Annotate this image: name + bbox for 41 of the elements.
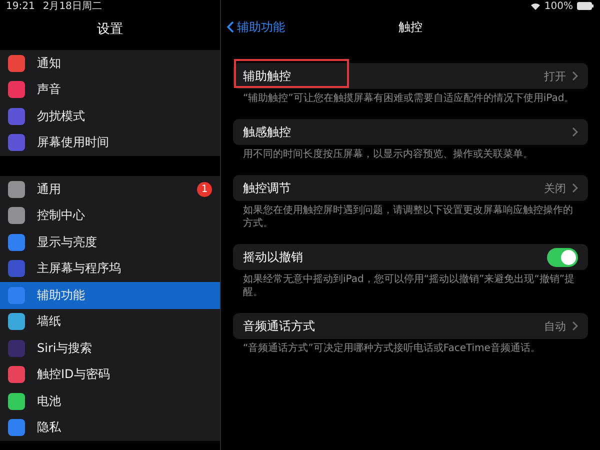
chevron-icon <box>572 71 578 81</box>
chevron-icon <box>572 321 578 331</box>
toggle-switch[interactable] <box>547 248 578 266</box>
notification-badge: 1 <box>197 182 212 197</box>
chevron-icon <box>572 183 578 193</box>
sidebar-item[interactable]: 隐私 <box>0 414 220 441</box>
row-value: 打开 <box>544 68 566 84</box>
status-date: 2月18日周二 <box>42 0 102 13</box>
sidebar-item[interactable]: 通知 <box>0 50 220 76</box>
sidebar-item[interactable]: 勿扰模式 <box>0 103 220 130</box>
sidebar-item[interactable]: 显示与亮度 <box>0 229 220 256</box>
settings-row[interactable]: 触感触控 <box>233 119 588 145</box>
sidebar-item[interactable]: 声音 <box>0 76 220 103</box>
row-value: 自动 <box>544 318 566 334</box>
chevron-icon <box>572 127 578 137</box>
footer-note: “辅助触控”可让您在触摸屏幕有困难或需要自适应配件的情况下使用iPad。 <box>242 92 576 106</box>
sidebar-item[interactable]: 辅助功能 <box>0 282 220 308</box>
sidebar-item[interactable]: Siri与搜索 <box>0 335 220 362</box>
status-time: 19:21 <box>6 0 35 12</box>
sidebar-item[interactable]: 控制中心 <box>0 202 220 229</box>
row-value: 关闭 <box>544 180 566 196</box>
battery-percent: 100% <box>544 0 573 12</box>
footer-note: “音频通话方式”可决定用哪种方式接听电话或FaceTime音频通话。 <box>242 342 542 356</box>
footer-note: 如果您在使用触控屏时遇到问题，请调整以下设置更改屏幕响应触控操作的方式。 <box>242 204 574 231</box>
back-chevron-icon <box>227 21 234 33</box>
sidebar-item[interactable]: 墙纸 <box>0 308 220 335</box>
sidebar-item[interactable]: 电池 <box>0 388 220 414</box>
settings-row[interactable]: 音频通话方式 自动 <box>233 313 588 339</box>
battery-icon <box>577 2 594 10</box>
back-button[interactable]: 辅助功能 <box>227 18 285 36</box>
settings-row[interactable]: 摇动以撤销 <box>233 244 588 270</box>
sidebar-item[interactable]: 通用 1 <box>0 176 220 202</box>
sidebar-item[interactable]: 主屏幕与程序坞 <box>0 256 220 282</box>
settings-row[interactable]: 触控调节 关闭 <box>233 175 588 201</box>
page-title: 触控 <box>398 18 422 36</box>
sidebar-item[interactable]: 屏幕使用时间 <box>0 130 220 156</box>
wifi-icon <box>531 2 540 10</box>
sidebar-title: 设置 <box>96 21 124 39</box>
sidebar-item[interactable]: 触控ID与密码 <box>0 362 220 388</box>
footer-note: 用不同的时间长度按压屏幕，以显示内容预览、操作或关联菜单。 <box>242 148 534 162</box>
footer-note: 如果经常无意中摇动到iPad，您可以停用“摇动以撤销”来避免出现“撤销”提醒。 <box>242 272 576 300</box>
